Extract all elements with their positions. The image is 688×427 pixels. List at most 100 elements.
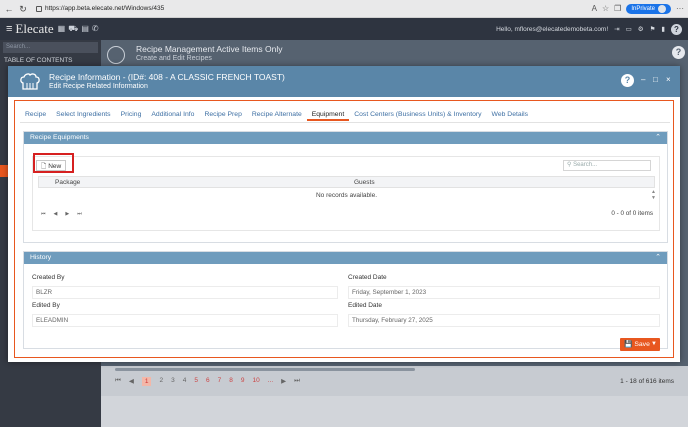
panel-header[interactable]: Recipe Equipments ⌃	[24, 132, 667, 144]
folder-icon[interactable]: ▭	[626, 25, 632, 33]
page-number[interactable]: 9	[241, 377, 245, 386]
save-button-label: Save	[634, 341, 650, 348]
collapse-icon[interactable]: ⌃	[655, 252, 661, 264]
page-number[interactable]: ...	[268, 377, 273, 386]
read-aloud-icon[interactable]: A	[592, 4, 597, 13]
grid-header-row: Package Guests	[38, 176, 655, 188]
page-number[interactable]: 6	[206, 377, 210, 386]
created-by-field: BLZR	[32, 286, 338, 299]
profile-avatar	[658, 4, 666, 13]
created-date-field: Friday, September 1, 2023	[348, 286, 660, 299]
next-page-icon[interactable]: ▶	[65, 207, 69, 221]
back-icon[interactable]: ←	[4, 4, 14, 14]
grid-search-input[interactable]: ⚲ Search...	[563, 160, 651, 171]
url-text[interactable]: https://app.beta.elecate.net/Windows/435	[45, 5, 164, 12]
grid-item-count: 0 - 0 of 0 items	[611, 210, 653, 217]
page-number[interactable]: 8	[229, 377, 233, 386]
panel-title: Recipe Equipments	[30, 134, 89, 141]
inprivate-label: InPrivate	[631, 5, 655, 12]
first-page-icon[interactable]: ⏮	[41, 207, 46, 221]
save-dropdown-icon[interactable]: ▼	[651, 338, 657, 351]
page-number[interactable]: 2	[159, 377, 163, 386]
logout-icon[interactable]: ⇥	[614, 25, 619, 33]
prev-page-icon[interactable]: ◀	[54, 207, 58, 221]
recipe-equipments-panel: Recipe Equipments ⌃ 🗋 New ⚲ Search... Pa…	[23, 131, 668, 243]
new-button-highlight	[33, 153, 74, 173]
brand-logo: Elecate	[15, 21, 54, 36]
last-page-icon[interactable]: ⏭	[77, 207, 82, 221]
edited-by-label: Edited By	[32, 302, 60, 309]
app-header: ≡ Elecate ▦ ⛟ ▤ ✆ Hello, mflores@elecate…	[0, 18, 688, 40]
prev-page-icon[interactable]: ◀	[129, 377, 134, 385]
search-icon: ⚲	[567, 162, 572, 168]
page-number[interactable]: 1	[141, 376, 152, 386]
modal-header: Recipe Information - (ID#: 408 - A CLASS…	[8, 66, 680, 97]
refresh-icon[interactable]: ↻	[18, 4, 28, 14]
created-date-label: Created Date	[348, 274, 387, 281]
recipe-information-modal: Recipe Information - (ID#: 408 - A CLASS…	[8, 66, 680, 362]
created-by-label: Created By	[32, 274, 65, 281]
collections-icon[interactable]: ❐	[614, 4, 621, 13]
close-button[interactable]: ×	[666, 75, 671, 84]
user-greeting: Hello, mflores@elecatedemobeta.com!	[496, 25, 609, 33]
next-page-icon[interactable]: ▶	[281, 377, 286, 385]
grid-pager: ⏮ ◀ ▶ ⏭ 0 - 0 of 0 items	[38, 207, 655, 221]
flag-icon[interactable]: ⚑	[650, 25, 656, 33]
help-icon[interactable]: ?	[671, 23, 682, 35]
settings-icon[interactable]: ⚙	[638, 25, 644, 33]
sidebar-search-input[interactable]: Search...	[3, 42, 98, 53]
page-number-list: 1 2 3 4 5 6 7 8 9 10...	[141, 376, 273, 386]
page-number[interactable]: 3	[171, 377, 175, 386]
phone-icon[interactable]: ✆	[92, 24, 99, 34]
grid-scroll-arrows[interactable]: ▲ ▼	[651, 189, 656, 201]
favorites-icon[interactable]: ☆	[602, 4, 609, 13]
tab-recipe[interactable]: Recipe	[20, 109, 51, 121]
tab-web-details[interactable]: Web Details	[487, 109, 534, 121]
tab-select-ingredients[interactable]: Select Ingredients	[51, 109, 115, 121]
panel-title: History	[30, 254, 52, 261]
first-page-icon[interactable]: ⏮	[115, 377, 121, 385]
chef-hat-icon	[107, 46, 125, 64]
save-button[interactable]: 💾 Save ▼	[620, 338, 660, 351]
panel-header[interactable]: History ⌃	[24, 252, 667, 264]
maximize-button[interactable]: □	[653, 75, 658, 84]
page-help-icon[interactable]: ?	[672, 46, 685, 59]
column-header-package[interactable]: Package	[55, 177, 80, 188]
bookmark-icon[interactable]: ▮	[661, 25, 665, 33]
tab-cost-centers-business-units-inventory[interactable]: Cost Centers (Business Units) & Inventor…	[349, 109, 486, 121]
chef-hat-icon	[20, 73, 40, 90]
browser-actions: A ☆ ❐ InPrivate ···	[592, 3, 684, 14]
page-title: Recipe Management Active Items Only	[136, 44, 283, 54]
tab-equipment[interactable]: Equipment	[306, 109, 350, 121]
page-number[interactable]: 10	[252, 377, 259, 386]
collapse-icon[interactable]: ⌃	[655, 132, 661, 144]
background-footer	[101, 396, 688, 427]
header-right: Hello, mflores@elecatedemobeta.com! ⇥ ▭ …	[496, 23, 682, 35]
lock-icon	[36, 5, 42, 12]
last-page-icon[interactable]: ⏭	[294, 377, 300, 385]
hamburger-menu-icon[interactable]: ≡	[6, 23, 12, 35]
grid-icon[interactable]: ▦	[58, 24, 66, 34]
truck-icon[interactable]: ⛟	[68, 24, 78, 34]
tab-recipe-prep[interactable]: Recipe Prep	[199, 109, 246, 121]
page-number[interactable]: 7	[218, 377, 222, 386]
horizontal-scrollbar[interactable]	[115, 368, 415, 371]
tab-divider	[20, 122, 670, 123]
minimize-button[interactable]: –	[641, 75, 645, 84]
tab-pricing[interactable]: Pricing	[116, 109, 147, 121]
background-item-count: 1 - 18 of 616 items	[620, 377, 674, 385]
inprivate-badge[interactable]: InPrivate	[626, 3, 671, 14]
search-placeholder: Search...	[573, 162, 598, 168]
help-icon[interactable]: ?	[621, 74, 634, 87]
tab-additional-info[interactable]: Additional Info	[146, 109, 199, 121]
column-header-guests[interactable]: Guests	[354, 177, 375, 188]
edited-by-field: ELEADMIN	[32, 314, 338, 327]
address-bar[interactable]: https://app.beta.elecate.net/Windows/435	[32, 3, 168, 15]
calculator-icon[interactable]: ▤	[81, 24, 89, 34]
edited-date-field: Thursday, February 27, 2025	[348, 314, 660, 327]
tab-recipe-alternate[interactable]: Recipe Alternate	[247, 109, 307, 121]
page-number[interactable]: 5	[194, 377, 198, 386]
header-quick-icons: ▦ ⛟ ▤ ✆	[58, 24, 99, 34]
more-icon[interactable]: ···	[676, 4, 684, 13]
page-number[interactable]: 4	[183, 377, 187, 386]
